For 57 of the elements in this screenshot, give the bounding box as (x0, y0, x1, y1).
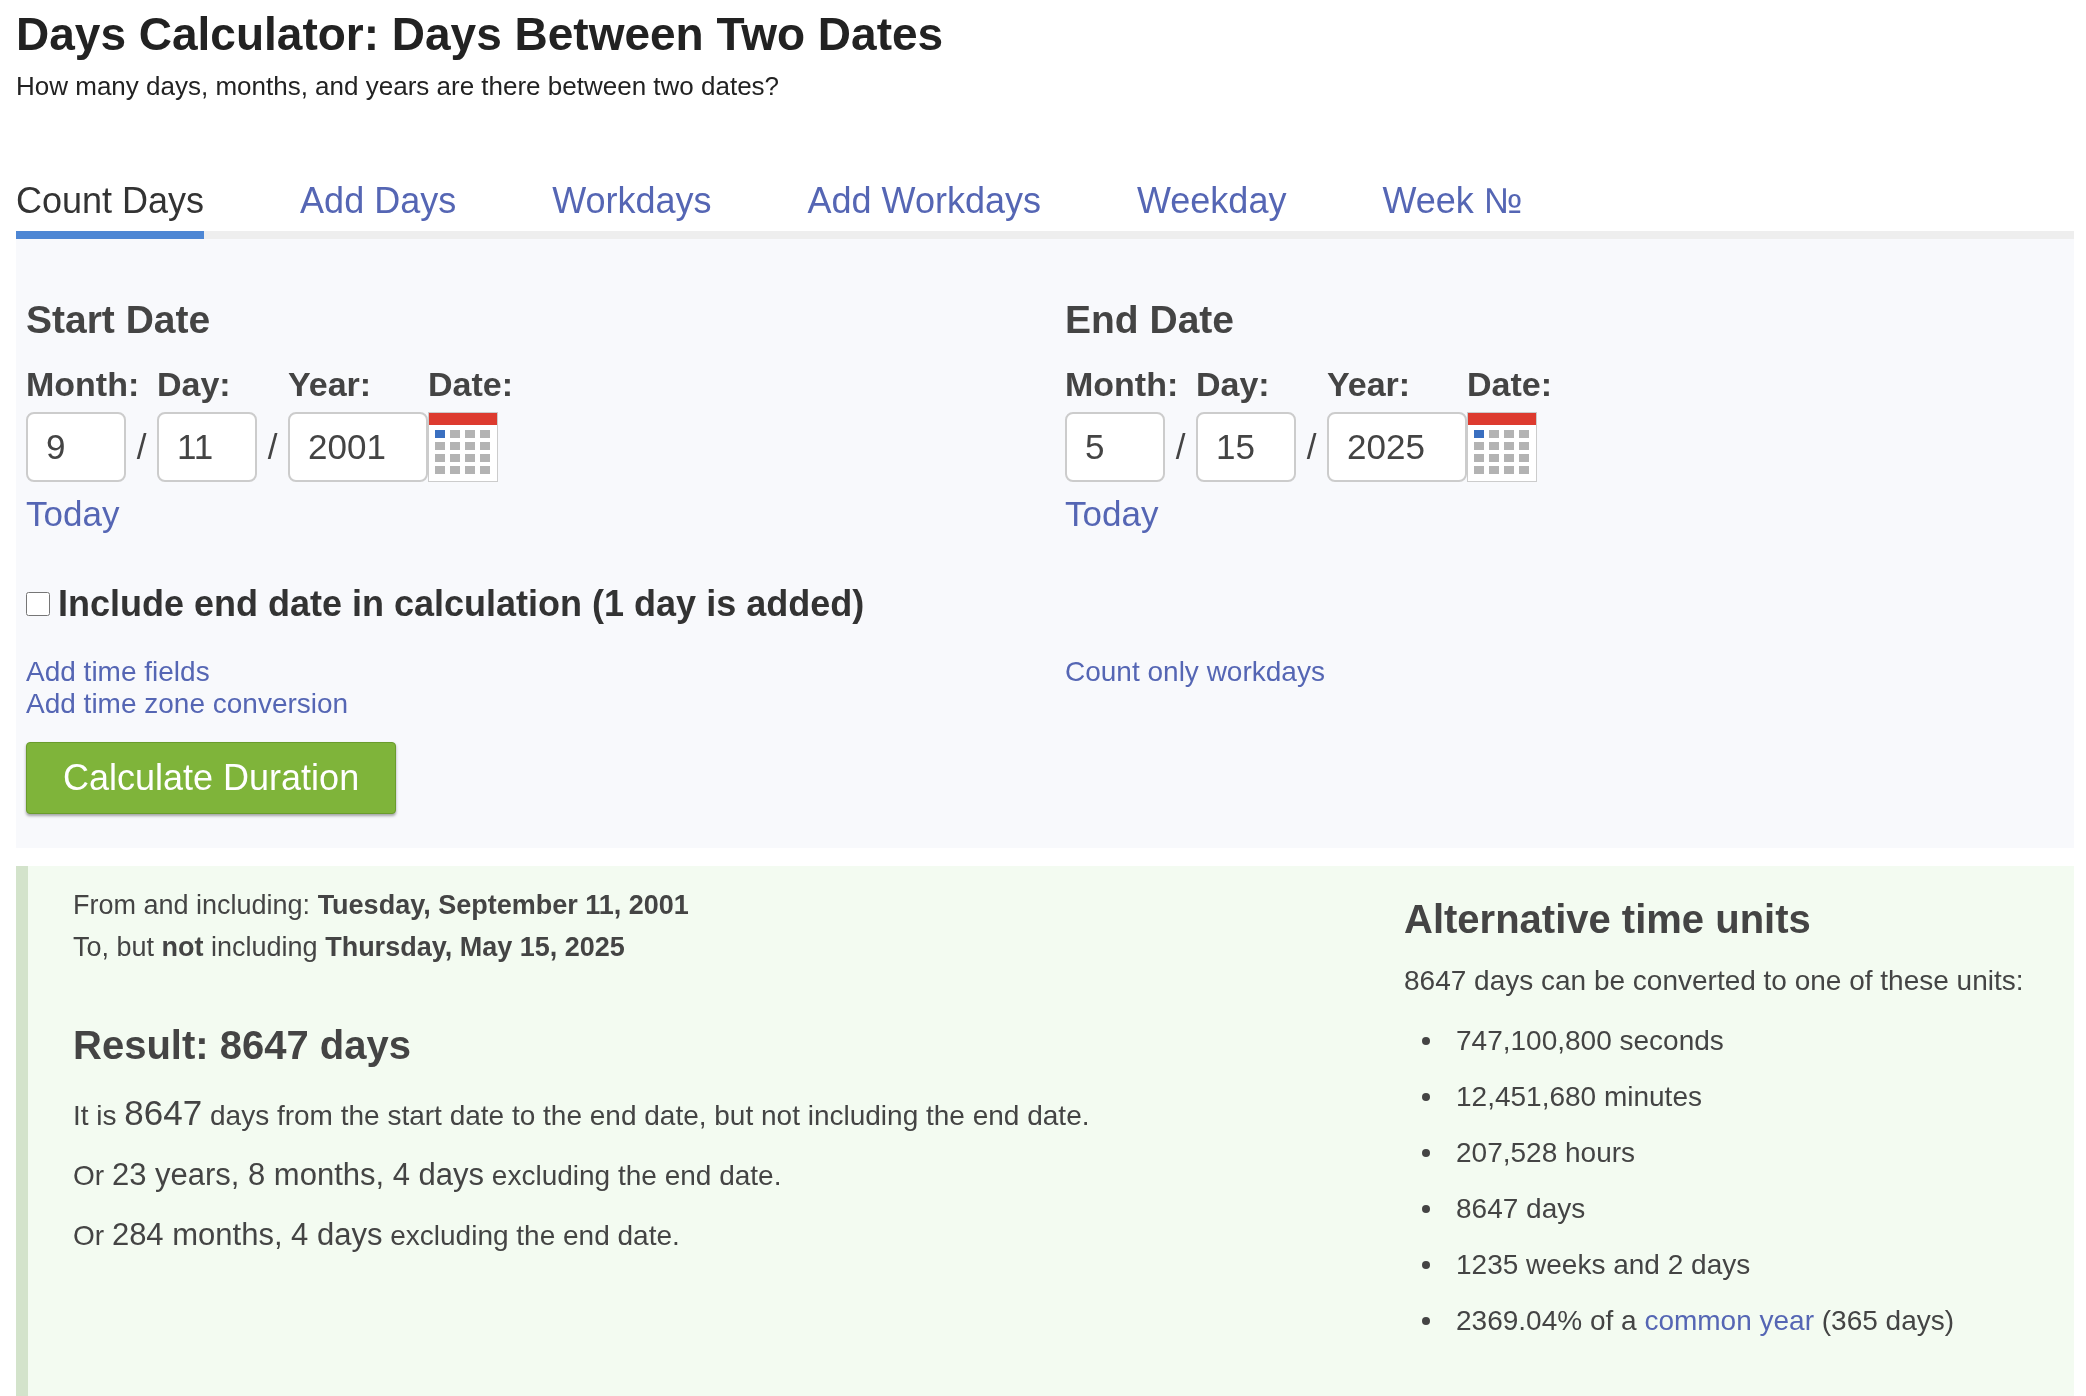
field-label: Date: (1467, 364, 1553, 404)
unit-item: 8647 days (1456, 1193, 1586, 1225)
today-link[interactable]: Today (26, 494, 120, 534)
field-label: Year: (288, 364, 372, 404)
field-label: Month: (1065, 364, 1179, 404)
from-date-text: From and including: Tuesday, September 11, 2001 (73, 889, 690, 922)
year-input[interactable]: 2001 (288, 412, 428, 482)
option-link[interactable]: Count only workdays (1065, 656, 1325, 688)
date-separator: / (135, 426, 148, 468)
tab[interactable]: Workdays (552, 181, 712, 239)
today-link[interactable]: Today (1065, 494, 1159, 534)
field-label: Month: (26, 364, 140, 404)
bullet-icon (1422, 1149, 1430, 1157)
date-heading: Start Date (26, 298, 212, 342)
bullet-icon (1422, 1093, 1430, 1101)
bullet-icon (1422, 1205, 1430, 1213)
checkbox-label: Include end date in calculation (1 day is added) (58, 583, 865, 625)
result-line: Or 23 years, 8 months, 4 days excluding the end date. (73, 1156, 783, 1194)
year-input[interactable]: 2025 (1327, 412, 1467, 482)
bullet-icon (1422, 1261, 1430, 1269)
common-year-link[interactable]: common year (1644, 1305, 1814, 1336)
date-separator: / (1174, 426, 1187, 468)
page-subtitle: How many days, months, and years are there between two dates? (16, 70, 781, 102)
tab[interactable]: Add Workdays (807, 181, 1041, 239)
tab[interactable]: Weekday (1137, 181, 1287, 239)
date-heading: End Date (1065, 298, 1236, 342)
unit-item: 747,100,800 seconds (1456, 1025, 1724, 1057)
result-line: Or 284 months, 4 days excluding the end date. (73, 1216, 681, 1254)
month-input[interactable]: 9 (26, 412, 126, 482)
day-input[interactable]: 11 (157, 412, 257, 482)
date-separator: / (266, 426, 279, 468)
calendar-icon[interactable] (428, 412, 498, 482)
bullet-icon (1422, 1317, 1430, 1325)
result-heading: Result: 8647 days (73, 1022, 412, 1069)
unit-item: 1235 weeks and 2 days (1456, 1249, 1751, 1281)
option-link[interactable]: Add time fields (26, 656, 210, 688)
field-label: Day: (157, 364, 231, 404)
unit-item: 12,451,680 minutes (1456, 1081, 1702, 1113)
date-separator: / (1305, 426, 1318, 468)
page-title: Days Calculator: Days Between Two Dates (16, 7, 945, 60)
field-label: Date: (428, 364, 514, 404)
alternative-units-heading: Alternative time units (1404, 896, 1812, 943)
option-link[interactable]: Add time zone conversion (26, 688, 349, 720)
unit-item: 2369.04% of a common year (365 days) (1456, 1305, 1955, 1337)
result-line: It is 8647 days from the start date to the end date, but not including the end date. (73, 1092, 1091, 1134)
to-date-text: To, but not including Thursday, May 15, 2025 (73, 931, 626, 964)
bullet-icon (1422, 1037, 1430, 1045)
tab[interactable]: Add Days (300, 181, 457, 239)
field-label: Year: (1327, 364, 1411, 404)
units-intro: 8647 days can be converted to one of these units: (1404, 964, 2024, 998)
calendar-icon[interactable] (1467, 412, 1537, 482)
unit-item: 207,528 hours (1456, 1137, 1636, 1169)
month-input[interactable]: 5 (1065, 412, 1165, 482)
field-label: Day: (1196, 364, 1270, 404)
include-end-date-checkbox[interactable] (26, 592, 50, 616)
tab[interactable]: Week № (1382, 181, 1523, 239)
day-input[interactable]: 15 (1196, 412, 1296, 482)
